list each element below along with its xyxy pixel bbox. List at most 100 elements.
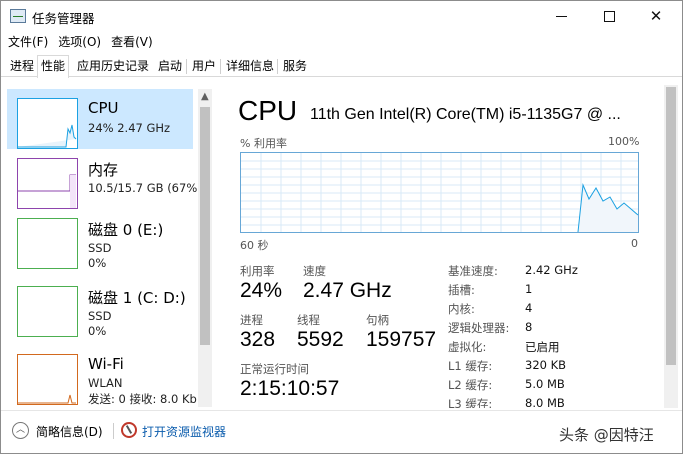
l1-cache-label: L1 缓存:: [448, 359, 493, 373]
footer-bar: ︿ 简略信息(D) 打开资源监视器 头条 @因特汪: [1, 410, 682, 453]
tab-startup[interactable]: 启动: [154, 55, 186, 77]
logical-processors-value: 8: [525, 320, 533, 334]
menu-file[interactable]: 文件(F): [8, 32, 48, 52]
resource-list: CPU 24% 2.47 GHz 内存 10.5/15.7 GB (67%) 磁…: [1, 85, 215, 408]
panel-heading: CPU: [238, 95, 298, 126]
tab-services[interactable]: 服务: [279, 55, 311, 77]
close-icon: ✕: [649, 7, 663, 25]
processes-label: 进程: [240, 313, 263, 327]
disk0-thumbnail: [17, 218, 78, 269]
resource-monitor-icon[interactable]: [121, 422, 137, 438]
logical-processors-label: 逻辑处理器:: [448, 321, 510, 335]
task-manager-window: 任务管理器 ✕ 文件(F) 选项(O) 查看(V) 进程 性能 应用历史记录 启…: [0, 0, 683, 454]
utilization-value: 24%: [240, 279, 283, 302]
graph-time-zero: 0: [631, 237, 638, 250]
l1-cache-value: 320 KB: [525, 358, 567, 372]
graph-label-max: 100%: [608, 135, 640, 148]
cpu-detail-panel: CPU 11th Gen Intel(R) Core(TM) i5-1135G7…: [215, 85, 663, 408]
graph-time-span: 60 秒: [240, 239, 269, 252]
scrollbar-thumb[interactable]: [200, 107, 210, 345]
handles-value: 159757: [366, 328, 437, 351]
memory-thumbnail: [17, 158, 78, 209]
item-type: SSD: [88, 241, 112, 255]
minimize-button[interactable]: [538, 1, 584, 31]
item-title: CPU: [88, 99, 119, 117]
tab-details[interactable]: 详细信息: [222, 55, 278, 77]
item-title: Wi-Fi: [88, 355, 124, 373]
menu-options[interactable]: 选项(O): [58, 32, 101, 52]
cpu-usage-graph-plot: [241, 153, 639, 233]
detail-panel-scrollbar[interactable]: [664, 85, 678, 408]
l3-cache-value: 8.0 MB: [525, 396, 565, 408]
item-usage: 0%: [88, 324, 107, 338]
menu-view[interactable]: 查看(V): [111, 32, 153, 52]
tab-processes[interactable]: 进程: [6, 55, 38, 77]
disk1-thumbnail: [17, 286, 78, 337]
title-bar: 任务管理器 ✕: [1, 1, 682, 31]
tab-performance[interactable]: 性能: [37, 55, 70, 78]
resource-list-scrollbar[interactable]: ▲: [198, 89, 212, 407]
watermark-text: 头条 @因特汪: [559, 426, 654, 444]
virtualization-label: 虚拟化:: [448, 340, 487, 354]
cpu-thumbnail-graph: [18, 124, 77, 148]
maximize-button[interactable]: [586, 1, 632, 31]
speed-value: 2.47 GHz: [303, 279, 392, 302]
scrollbar-thumb[interactable]: [666, 87, 676, 365]
tab-divider: [277, 59, 278, 74]
speed-label: 速度: [303, 264, 326, 278]
close-button[interactable]: ✕: [633, 1, 679, 31]
maximize-icon: [603, 10, 615, 22]
open-resource-monitor-link[interactable]: 打开资源监视器: [142, 423, 226, 440]
resource-item-wifi[interactable]: Wi-Fi WLAN 发送: 0 接收: 8.0 Kb: [7, 345, 197, 406]
item-title: 磁盘 1 (C: D:): [88, 289, 186, 307]
resource-item-disk0[interactable]: 磁盘 0 (E:) SSD 0%: [7, 209, 193, 270]
base-speed-label: 基准速度:: [448, 264, 498, 278]
minimize-icon: [555, 15, 567, 17]
uptime-value: 2:15:10:57: [240, 377, 340, 400]
menu-bar: 文件(F) 选项(O) 查看(V): [1, 32, 153, 52]
base-speed-value: 2.42 GHz: [525, 263, 578, 277]
item-detail: 24% 2.47 GHz: [88, 121, 171, 135]
tab-users[interactable]: 用户: [188, 55, 220, 77]
l2-cache-label: L2 缓存:: [448, 378, 493, 392]
handles-label: 句柄: [366, 313, 389, 327]
window-title: 任务管理器: [32, 11, 95, 26]
tab-bar: 进程 性能 应用历史记录 启动 用户 详细信息 服务: [1, 55, 682, 78]
scroll-up-icon[interactable]: ▲: [201, 91, 209, 102]
item-title: 磁盘 0 (E:): [88, 221, 164, 239]
l2-cache-value: 5.0 MB: [525, 377, 565, 391]
processes-value: 328: [240, 328, 276, 351]
sockets-value: 1: [525, 282, 533, 296]
tab-app-history[interactable]: 应用历史记录: [73, 55, 153, 77]
fewer-details-link[interactable]: 简略信息(D): [36, 423, 103, 440]
item-usage: 0%: [88, 256, 107, 270]
virtualization-value: 已启用: [525, 340, 560, 354]
utilization-label: 利用率: [240, 264, 275, 278]
wifi-thumbnail-graph: [18, 394, 76, 404]
l3-cache-label: L3 缓存:: [448, 397, 493, 408]
item-title: 内存: [88, 161, 119, 179]
wifi-thumbnail: [17, 354, 78, 405]
tab-divider: [220, 59, 221, 74]
cpu-usage-graph: [240, 152, 639, 233]
resource-item-disk1[interactable]: 磁盘 1 (C: D:) SSD 0%: [7, 277, 193, 338]
footer-divider: [113, 423, 114, 439]
memory-thumbnail-graph: [18, 174, 76, 208]
chevron-up-icon[interactable]: ︿: [12, 422, 29, 439]
graph-label-utilization: % 利用率: [240, 137, 287, 150]
item-type: SSD: [88, 309, 112, 323]
item-type: WLAN: [88, 376, 123, 390]
item-traffic: 发送: 0 接收: 8.0 Kb: [88, 392, 197, 406]
cpu-model-name: 11th Gen Intel(R) Core(TM) i5-1135G7 @ .…: [310, 106, 621, 123]
cpu-thumbnail: [17, 98, 78, 149]
cores-label: 内核:: [448, 302, 475, 316]
resource-item-cpu[interactable]: CPU 24% 2.47 GHz: [7, 89, 193, 149]
cores-value: 4: [525, 301, 533, 315]
task-manager-icon: [10, 9, 26, 23]
sockets-label: 插槽:: [448, 283, 475, 297]
threads-label: 线程: [297, 313, 320, 327]
threads-value: 5592: [297, 328, 344, 351]
tab-divider: [186, 59, 187, 74]
item-detail: 10.5/15.7 GB (67%): [88, 181, 202, 195]
resource-item-memory[interactable]: 内存 10.5/15.7 GB (67%): [7, 149, 202, 209]
